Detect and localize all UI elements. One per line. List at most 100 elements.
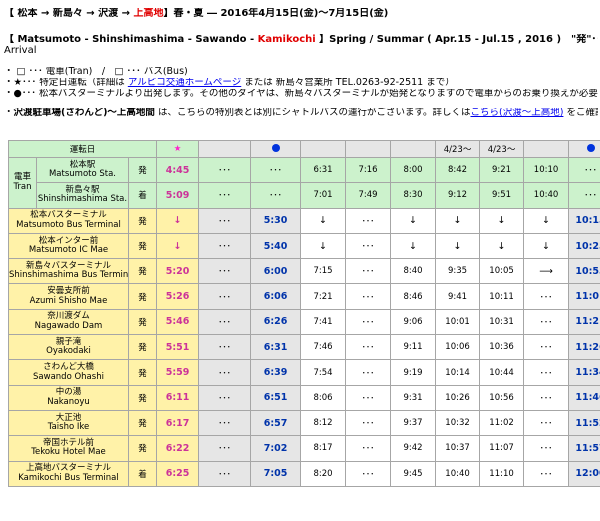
time-cell: 10:10 — [523, 156, 570, 184]
time-cell: ･･･ — [345, 384, 392, 411]
dot-icon — [586, 143, 595, 152]
arrow-down-icon: ↓ — [435, 207, 481, 234]
time-cell: 5:40 — [250, 232, 302, 260]
header-mark-cell — [568, 140, 600, 158]
station-name-en: Kamikochi Bus Terminal — [18, 472, 119, 483]
header-mark-cell — [198, 140, 252, 158]
time-cell: 10:56 — [479, 384, 525, 411]
time-cell: 11:34 — [568, 359, 600, 386]
arrow-down-icon: ↓ — [390, 232, 437, 260]
time-cell: 10:40 — [435, 460, 481, 487]
station-name-en: Shinshimashima Bus Terminal — [9, 270, 129, 281]
station-name-en: Azumi Shisho Mae — [29, 295, 108, 306]
time-cell: ･･･ — [345, 232, 392, 260]
time-cell: 7:15 — [300, 258, 347, 285]
time-cell: 10:14 — [435, 359, 481, 386]
time-cell: 9:19 — [390, 359, 437, 386]
time-cell: 11:21 — [568, 308, 600, 336]
station-name: 奈川渡ダム Nagawado Dam — [8, 308, 129, 336]
time-cell: ･･･ — [345, 308, 392, 336]
time-cell: ･･･ — [345, 258, 392, 285]
arrow-right-icon: ⟶ — [523, 258, 570, 285]
dep-arr-mark: 発 — [127, 409, 158, 437]
train-row: 新島々駅 Shinshimashima Sta. 着 5:09 ･･･ ･･･ 7:01 7:… — [9, 182, 600, 209]
time-cell: ･･･ — [198, 409, 252, 437]
time-cell: 10:37 — [435, 435, 481, 462]
station-name-en: Nagawado Dam — [34, 320, 103, 331]
dep-arr-mark: 発 — [127, 156, 158, 184]
time-cell: 10:11 — [479, 283, 525, 310]
time-cell: 9:12 — [435, 182, 481, 209]
time-cell: 8:20 — [300, 460, 347, 487]
time-cell: 10:25 — [568, 232, 600, 260]
arrow-down-icon: ↓ — [435, 232, 481, 260]
header-mark-cell: 4/23～ — [479, 140, 525, 158]
sawando-kamikochi-link[interactable]: こちら(沢渡～上高地) — [471, 108, 564, 118]
star-icon: ★ — [173, 144, 182, 154]
title-ja: 【 松本 → 新島々 → 沢渡 → 上高地】春・夏 ― 2016年4月15日(金… — [4, 8, 389, 19]
header-mark-cell — [300, 140, 347, 158]
station-name-en: Matsumoto Bus Terminal — [16, 219, 121, 230]
time-cell: 6:31 — [250, 334, 302, 361]
alpico-link[interactable]: アルピコ交通ホームページ — [128, 78, 241, 88]
time-cell: ･･･ — [198, 258, 252, 285]
header-mark-cell: 4/23～ — [435, 140, 481, 158]
dep-arr-mark: 発 — [127, 232, 158, 260]
dep-arr-mark: 発 — [127, 308, 158, 336]
time-cell: 8:40 — [390, 258, 437, 285]
time-cell: 11:57 — [568, 435, 600, 462]
time-cell: ･･･ — [345, 283, 392, 310]
train-label-en: Tran — [13, 181, 32, 192]
time-cell: 7:01 — [300, 182, 347, 209]
time-cell: 7:02 — [250, 435, 302, 462]
time-cell: 5:26 — [156, 283, 200, 310]
time-cell: 6:06 — [250, 283, 302, 310]
time-cell: 5:46 — [156, 308, 200, 336]
time-cell: 6:51 — [250, 384, 302, 411]
time-cell: 11:10 — [479, 460, 525, 487]
time-cell: 5:30 — [250, 207, 302, 234]
time-cell: 8:42 — [435, 156, 481, 184]
time-cell: ･･･ — [250, 156, 302, 184]
time-cell: 9:45 — [390, 460, 437, 487]
station-name: 安曇支所前 Azumi Shisho Mae — [8, 283, 129, 310]
time-cell: 8:06 — [300, 384, 347, 411]
arrow-down-icon: ↓ — [479, 232, 525, 260]
legend-train-bus: ・ □ ･･･ 電車(Tran) / □ ･･･ バス(Bus) — [4, 67, 188, 77]
arrow-down-icon: ↓ — [156, 207, 200, 234]
header-mark-cell — [523, 140, 570, 158]
time-cell: 10:31 — [479, 308, 525, 336]
bus-row: 奈川渡ダム Nagawado Dam 発 5:46 ･･･ 6:26 7:41 ･･･ 9:06… — [8, 308, 600, 336]
time-cell: 10:44 — [479, 359, 525, 386]
time-cell: 7:21 — [300, 283, 347, 310]
time-cell: 7:16 — [345, 156, 392, 184]
time-cell: ･･･ — [523, 435, 570, 462]
dep-arr-mark: 発 — [127, 359, 158, 386]
station-name: 大正池 Taisho Ike — [8, 409, 129, 437]
time-cell: 10:15 — [568, 207, 600, 234]
time-cell: ･･･ — [198, 308, 252, 336]
title-en: 【 Matsumoto - Shinshimashima - Sawando -… — [4, 34, 598, 45]
time-cell: ･･･ — [250, 182, 302, 209]
bus-row: 安曇支所前 Azumi Shisho Mae 発 5:26 ･･･ 6:06 7:21 ･･･… — [8, 283, 600, 310]
time-cell: 9:37 — [390, 409, 437, 437]
station-name: 上高地バスターミナル Kamikochi Bus Terminal — [8, 460, 129, 487]
time-cell: 10:01 — [435, 308, 481, 336]
bus-row: 帝国ホテル前 Tekoku Hotel Mae 発 6:22 ･･･ 7:02 8:17 ･･… — [8, 435, 600, 462]
train-label: 電車 Tran — [8, 157, 37, 209]
time-cell: ･･･ — [198, 283, 252, 310]
station-name: 松本インター前 Matsumoto IC Mae — [8, 232, 129, 260]
header-mark-cell — [390, 140, 437, 158]
dep-arr-mark: 発 — [127, 283, 158, 310]
time-cell: ･･･ — [198, 334, 252, 361]
time-cell: 9:41 — [435, 283, 481, 310]
time-cell: ･･･ — [523, 409, 570, 437]
time-cell: 12:00 — [568, 460, 600, 487]
station-name-en: Taisho Ike — [47, 422, 90, 433]
station-name: 松本バスターミナル Matsumoto Bus Terminal — [8, 207, 129, 234]
station-name-en: Oyakodaki — [46, 346, 91, 357]
time-cell: 9:06 — [390, 308, 437, 336]
time-cell: 7:46 — [300, 334, 347, 361]
time-cell: 8:17 — [300, 435, 347, 462]
time-cell: 11:46 — [568, 384, 600, 411]
